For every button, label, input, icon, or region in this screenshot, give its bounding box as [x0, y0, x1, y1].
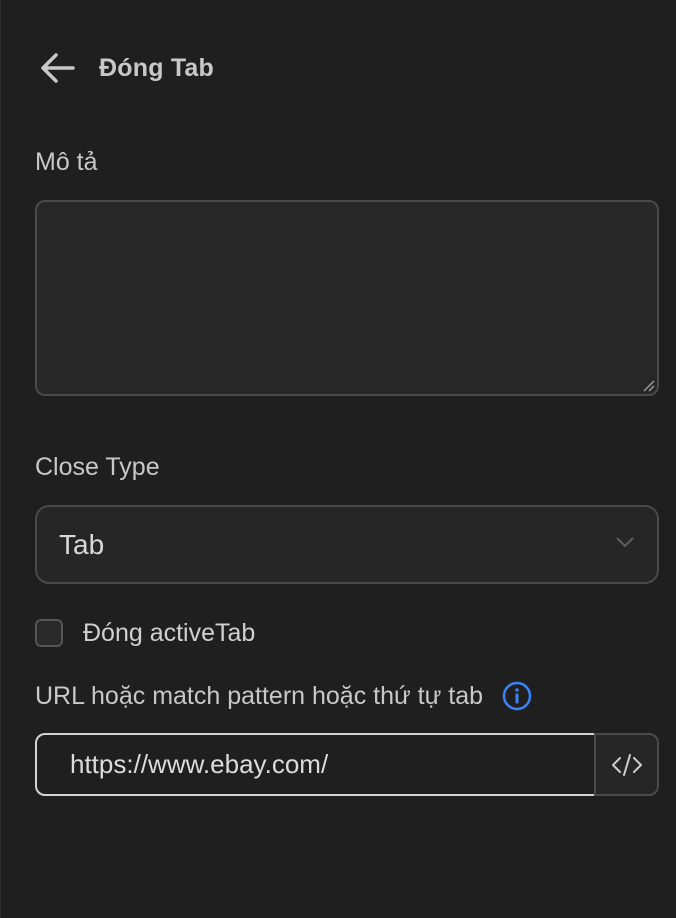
description-textarea[interactable] — [35, 200, 659, 396]
url-input[interactable]: https://www.ebay.com/ — [35, 733, 595, 796]
url-input-value: https://www.ebay.com/ — [70, 749, 329, 779]
active-tab-label: Đóng activeTab — [83, 618, 256, 647]
info-icon[interactable] — [501, 680, 533, 712]
panel-header: Đóng Tab — [39, 48, 214, 88]
active-tab-option[interactable]: Đóng activeTab — [35, 617, 255, 649]
close-type-label: Close Type — [35, 453, 160, 481]
chevron-down-icon — [616, 537, 634, 548]
resize-grip-icon[interactable] — [641, 378, 655, 392]
arrow-left-icon — [41, 53, 75, 83]
close-type-value: Tab — [59, 528, 105, 560]
active-tab-checkbox[interactable] — [35, 619, 63, 647]
url-label: URL hoặc match pattern hoặc thứ tự tab — [35, 681, 484, 710]
url-label-row: URL hoặc match pattern hoặc thứ tự tab — [35, 678, 533, 714]
back-button[interactable] — [39, 48, 79, 88]
code-icon — [611, 753, 642, 776]
page-title: Đóng Tab — [99, 53, 215, 82]
description-label: Mô tả — [35, 148, 98, 176]
close-type-select[interactable]: Tab — [35, 505, 659, 584]
code-editor-button[interactable] — [594, 733, 659, 796]
close-tab-panel: Đóng Tab Mô tả Close Type Tab Đóng activ… — [0, 0, 676, 918]
